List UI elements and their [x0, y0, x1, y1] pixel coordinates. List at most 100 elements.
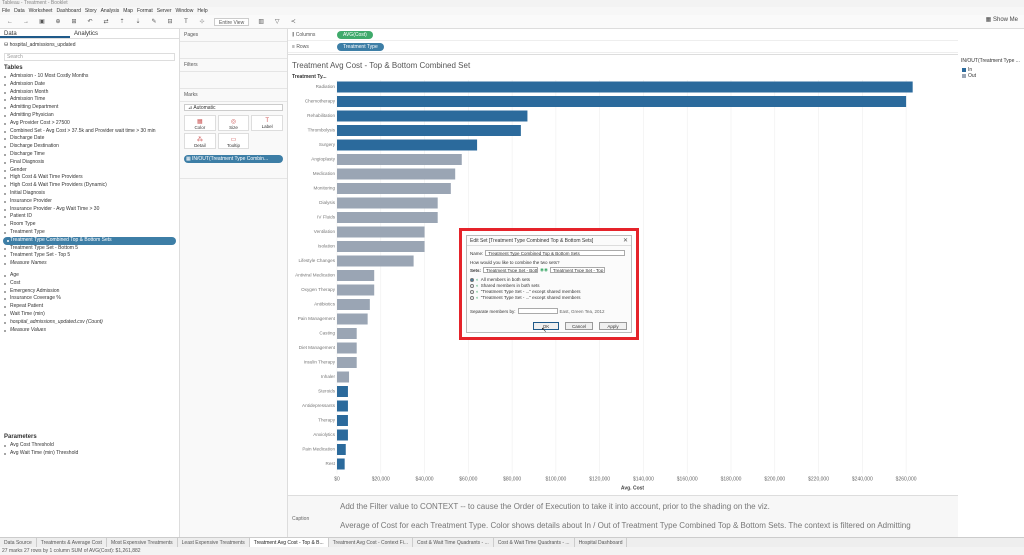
menu-item-file[interactable]: File: [2, 8, 10, 14]
share-icon[interactable]: ≺: [289, 18, 297, 25]
close-icon[interactable]: ✕: [623, 236, 628, 246]
bar[interactable]: [337, 328, 357, 339]
category-label[interactable]: Thrombolysis: [308, 128, 336, 133]
menu-item-help[interactable]: Help: [197, 8, 207, 14]
bar[interactable]: [337, 183, 451, 194]
field-search-input[interactable]: Search: [4, 53, 175, 61]
radio-button[interactable]: [470, 289, 474, 294]
mark-tooltip-button[interactable]: ▭ Tooltip: [217, 133, 250, 149]
menu-item-window[interactable]: Window: [176, 8, 194, 14]
bar[interactable]: [337, 96, 907, 107]
tooltip-toggle-icon[interactable]: ▽: [273, 18, 281, 25]
combine-option-0[interactable]: ◐ All members in both sets: [470, 277, 530, 282]
bar[interactable]: [337, 110, 528, 122]
field-item[interactable]: Admission Time: [0, 96, 179, 104]
field-item[interactable]: High Cost & Wait Time Providers: [0, 174, 179, 182]
parameter-item[interactable]: Avg Wait Time (min) Threshold: [0, 450, 180, 458]
measure-item[interactable]: Repeat Patient: [0, 303, 179, 311]
fit-view-dropdown[interactable]: Entire View: [214, 17, 250, 26]
category-label[interactable]: Monitoring: [314, 186, 336, 191]
category-label[interactable]: Pain Medication: [302, 447, 335, 452]
rows-shelf[interactable]: ≡ Rows Treatment Type: [288, 41, 958, 53]
field-item[interactable]: Insurance Provider: [0, 198, 179, 206]
add-datasource-icon[interactable]: ⊕: [54, 18, 62, 25]
field-item[interactable]: Room Type: [0, 221, 179, 229]
group-icon[interactable]: ⊟: [166, 18, 174, 25]
parameter-item[interactable]: Avg Cost Threshold: [0, 442, 180, 450]
radio-button[interactable]: [470, 295, 474, 300]
category-label[interactable]: Chemotherapy: [305, 99, 336, 104]
new-sheet-icon[interactable]: ⊞: [70, 18, 78, 25]
forward-icon[interactable]: →: [22, 19, 30, 25]
filters-card[interactable]: Filters: [180, 59, 287, 89]
separator-input[interactable]: [517, 308, 558, 314]
bar[interactable]: [337, 342, 357, 354]
bar[interactable]: [337, 241, 425, 252]
legend-item-out[interactable]: Out: [958, 73, 1024, 79]
show-me-button[interactable]: ▦ Show Me: [986, 16, 1018, 23]
category-label[interactable]: Dialysis: [319, 200, 336, 205]
field-item[interactable]: Admission Month: [0, 89, 179, 97]
bar[interactable]: [337, 357, 357, 368]
field-item[interactable]: Treatment Type: [0, 229, 179, 237]
category-label[interactable]: Radiation: [316, 84, 336, 89]
bar[interactable]: [337, 168, 456, 180]
measure-item[interactable]: Cost: [0, 280, 179, 288]
category-label[interactable]: Therapy: [318, 418, 336, 423]
measure-item[interactable]: Measure Values: [0, 327, 179, 335]
field-item[interactable]: Admission - 10 Most Costly Months: [0, 73, 179, 81]
category-label[interactable]: Antidepressants: [302, 403, 336, 408]
field-item[interactable]: Insurance Provider - Avg Wait Time > 30: [0, 206, 179, 214]
menu-item-map[interactable]: Map: [123, 8, 133, 14]
sheet-tab[interactable]: Hospital Dashboard: [575, 538, 628, 547]
field-item[interactable]: Treatment Type Combined Top & Bottom Set…: [3, 236, 176, 245]
measure-item[interactable]: Insurance Coverage %: [0, 295, 179, 303]
field-item[interactable]: Gender: [0, 167, 179, 175]
field-item[interactable]: Treatment Type Set - Top 5: [0, 252, 179, 260]
category-label[interactable]: Lifestyle Changes: [298, 258, 335, 263]
color-mark-pill[interactable]: ▦ IN/OUT(Treatment Type Combin...: [184, 155, 283, 163]
set1-dropdown[interactable]: Treatment Type Set - Botto...: [483, 267, 539, 273]
combine-option-1[interactable]: ◐ Shared members in both sets: [470, 283, 540, 288]
bar[interactable]: [337, 270, 375, 281]
category-label[interactable]: Anxiolytics: [313, 432, 335, 437]
bar[interactable]: [337, 371, 350, 383]
save-icon[interactable]: ▣: [38, 18, 46, 25]
sheet-tab[interactable]: Data Source: [0, 538, 37, 547]
field-item[interactable]: Measure Names: [0, 260, 179, 268]
field-item[interactable]: High Cost & Wait Time Providers (Dynamic…: [0, 182, 179, 190]
sheet-tab[interactable]: Cost & Wait Time Quadrants - ...: [494, 538, 575, 547]
bar[interactable]: [337, 81, 913, 93]
bar[interactable]: [337, 284, 375, 296]
set-name-input[interactable]: Treatment Type Combined Top & Bottom Set…: [485, 250, 626, 256]
highlight-icon[interactable]: ✎: [150, 18, 158, 25]
bar[interactable]: [337, 313, 368, 325]
category-label[interactable]: Medication: [313, 171, 336, 176]
category-label[interactable]: Ventilation: [314, 229, 336, 234]
field-item[interactable]: Admission Date: [0, 81, 179, 89]
field-item[interactable]: Treatment Type Set - Bottom 5: [0, 245, 179, 253]
bar[interactable]: [337, 415, 348, 426]
menu-item-server[interactable]: Server: [157, 8, 172, 14]
measure-item[interactable]: Age: [0, 272, 179, 280]
undo-icon[interactable]: ↶: [86, 18, 94, 25]
radio-button[interactable]: [470, 277, 474, 282]
datasource-name[interactable]: ⛁ hospital_admissions_updated: [0, 39, 179, 51]
set2-dropdown[interactable]: Treatment Type Set - Top 5: [549, 267, 605, 273]
bar[interactable]: [337, 299, 370, 310]
tab-analytics[interactable]: Analytics: [70, 29, 140, 38]
x-axis-label[interactable]: Avg. Cost: [621, 486, 644, 492]
bar[interactable]: [337, 197, 438, 209]
category-label[interactable]: Rehabilitation: [307, 113, 335, 118]
sort-asc-icon[interactable]: ⇡: [118, 18, 126, 25]
bar[interactable]: [337, 444, 346, 455]
combine-option-3[interactable]: ◐ "Treatment Type Set - ..." except share…: [470, 295, 580, 300]
category-label[interactable]: Angioplasty: [311, 157, 335, 162]
mark-detail-button[interactable]: ⁂ Detail: [184, 133, 216, 149]
category-label[interactable]: Insulin Therapy: [304, 360, 336, 365]
category-label[interactable]: Pain Management: [298, 316, 336, 321]
radio-button[interactable]: [470, 283, 474, 288]
measure-item[interactable]: Wait Time (min): [0, 311, 179, 319]
menu-item-data[interactable]: Data: [14, 8, 25, 14]
rows-pill[interactable]: Treatment Type: [337, 42, 384, 51]
